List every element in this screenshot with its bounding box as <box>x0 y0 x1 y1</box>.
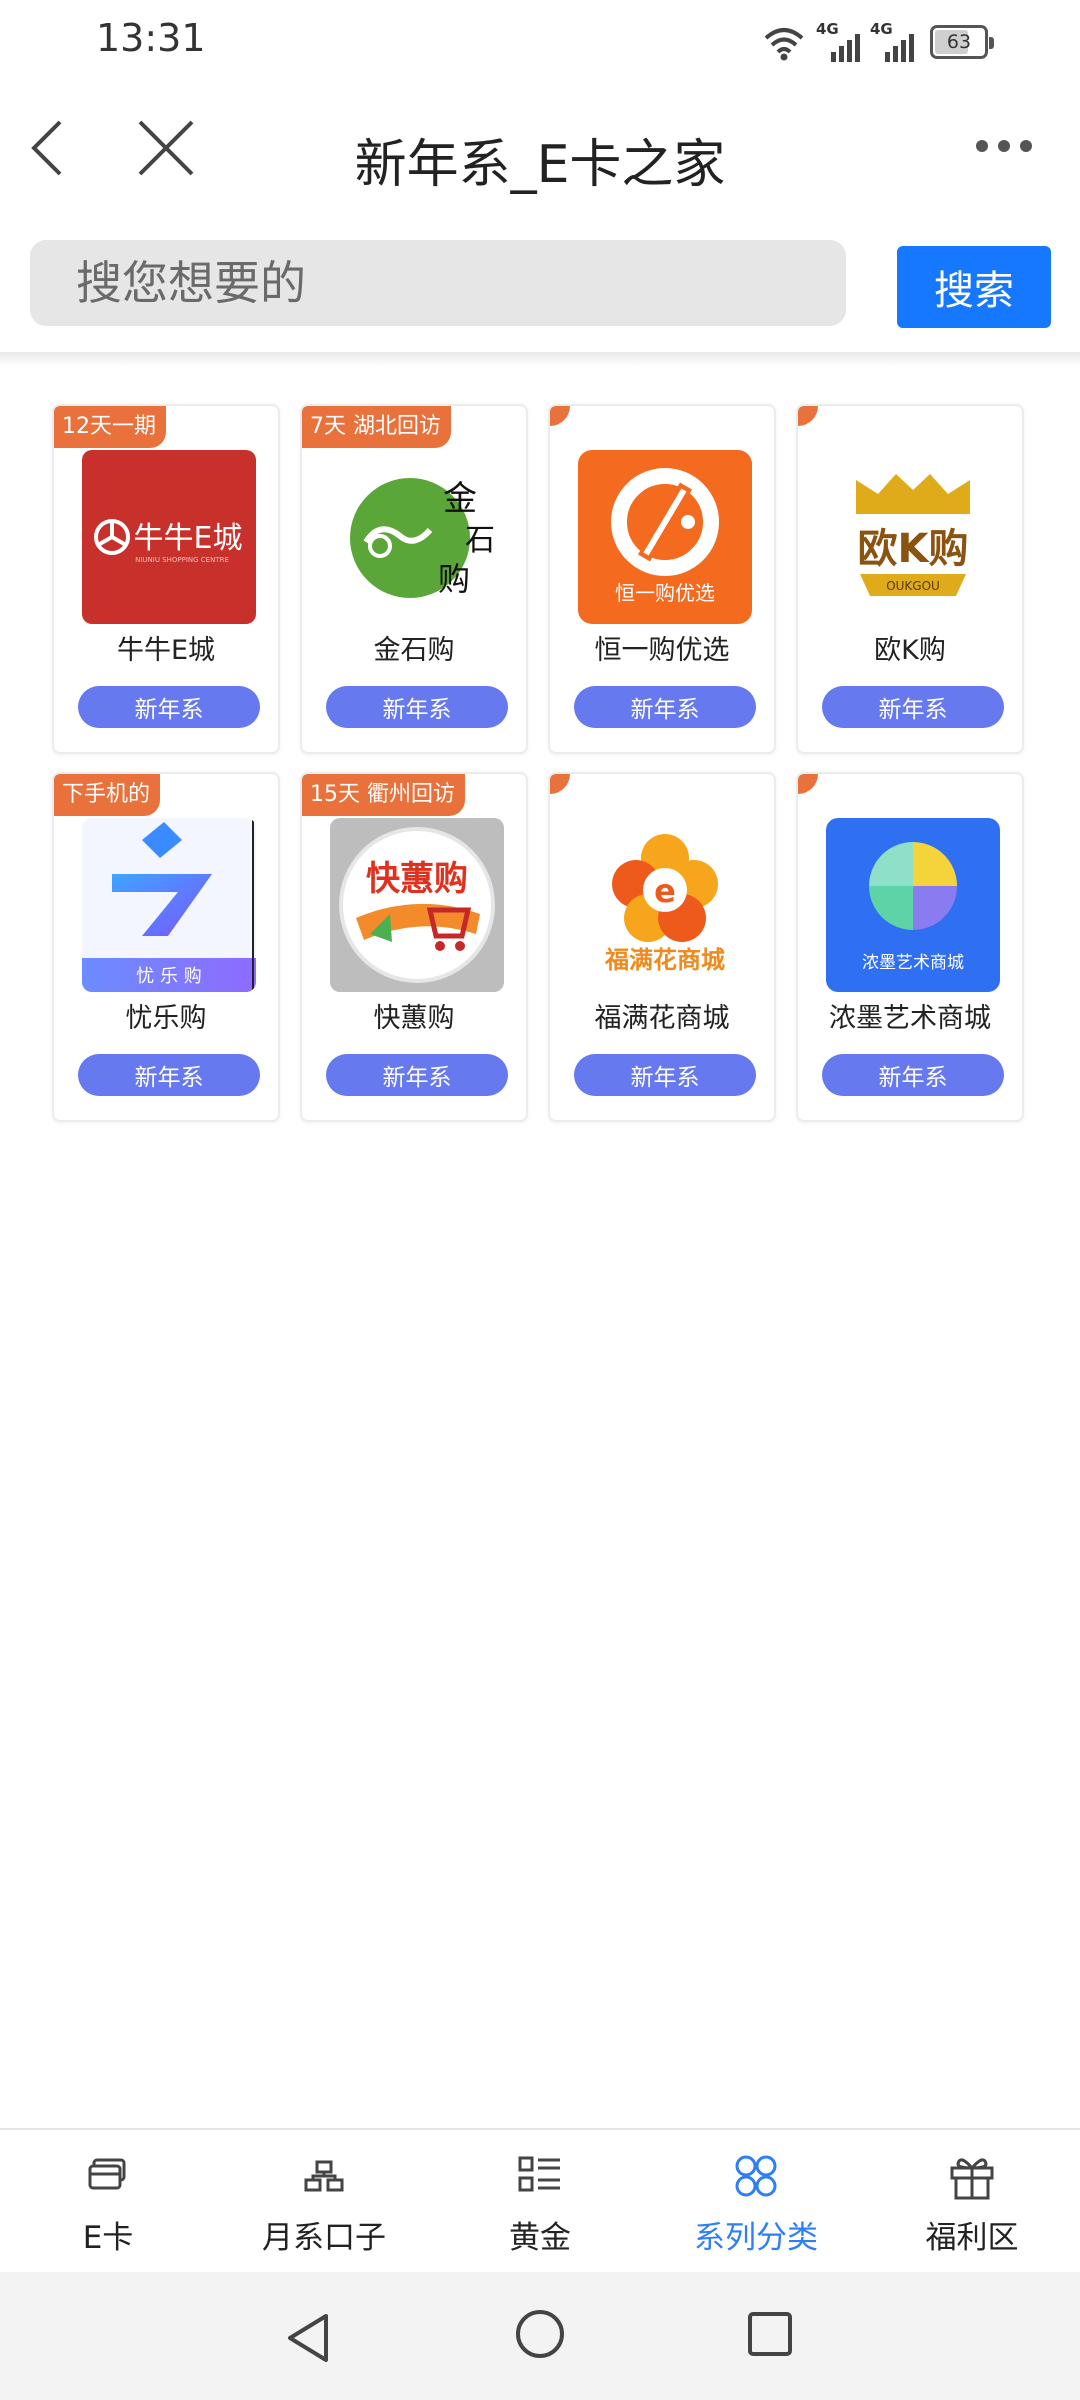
page-title: 新年系_E卡之家 <box>354 135 726 195</box>
card-name: 福满花商城 <box>594 1003 730 1034</box>
battery-icon: 63 <box>930 25 994 59</box>
svg-text:金: 金 <box>443 479 477 519</box>
store-card[interactable]: 下手机的 忧 乐 购 忧乐购 新年系 <box>52 772 280 1122</box>
card-series-button[interactable]: 新年系 <box>326 686 508 728</box>
signal-icon: 4G <box>870 20 914 62</box>
nav-item-gold[interactable]: 黄金 <box>432 2130 648 2272</box>
nav-label: 黄金 <box>509 2220 571 2256</box>
svg-text:e: e <box>654 872 676 910</box>
more-dots-icon[interactable] <box>976 136 1036 156</box>
card-name: 忧乐购 <box>125 1003 207 1034</box>
search-button[interactable]: 搜索 <box>897 246 1051 328</box>
card-name: 欧K购 <box>874 635 946 666</box>
svg-text:快蕙购: 快蕙购 <box>366 859 468 899</box>
card-tag: 15天 衢州回访 <box>302 774 465 816</box>
status-icons: 4G 4G 63 <box>762 18 994 62</box>
svg-text:NIUNIU SHOPPING CENTRE: NIUNIU SHOPPING CENTRE <box>135 556 229 564</box>
card-series-button[interactable]: 新年系 <box>78 686 260 728</box>
svg-text:石: 石 <box>465 523 495 558</box>
card-corner-dot <box>550 406 570 426</box>
store-card[interactable]: 7天 湖北回访 金 石 购 金石购 新年系 <box>300 404 528 754</box>
card-series-button[interactable]: 新年系 <box>574 1054 756 1096</box>
kuaihuigou-logo-icon: 快蕙购 <box>330 818 504 992</box>
card-corner-dot <box>798 406 818 426</box>
nav-item-category[interactable]: 系列分类 <box>648 2130 864 2272</box>
store-card[interactable]: 恒一购优选 恒一购优选 新年系 <box>548 404 776 754</box>
nav-label: E卡 <box>82 2220 134 2256</box>
store-card[interactable]: 15天 衢州回访 快蕙购 快蕙购 新年系 <box>300 772 528 1122</box>
search-input[interactable] <box>30 240 846 326</box>
signal-icon: 4G <box>816 20 860 62</box>
jinshi-logo-icon: 金 石 购 <box>330 450 504 624</box>
svg-text:福满花商城: 福满花商城 <box>604 946 725 974</box>
system-recent-icon[interactable] <box>746 2310 794 2358</box>
list-icon <box>518 2156 560 2192</box>
battery-level: 63 <box>946 31 972 53</box>
store-card[interactable]: 欧K购 OUKGOU 欧K购 新年系 <box>796 404 1024 754</box>
svg-text:忧 乐 购: 忧 乐 购 <box>136 966 201 987</box>
svg-text:购: 购 <box>438 560 470 598</box>
oukgou-logo-icon: 欧K购 OUKGOU <box>826 450 1000 624</box>
card-series-button[interactable]: 新年系 <box>822 686 1004 728</box>
card-series-button[interactable]: 新年系 <box>574 686 756 728</box>
niuniu-logo-icon: 牛牛E城 NIUNIU SHOPPING CENTRE <box>82 450 256 624</box>
category-icon <box>735 2155 777 2197</box>
card-name: 金石购 <box>373 635 455 666</box>
card-name: 牛牛E城 <box>116 635 216 666</box>
system-nav-bar <box>0 2272 1080 2400</box>
card-tag: 12天一期 <box>54 406 166 448</box>
youlegou-logo-icon: 忧 乐 购 <box>82 818 256 992</box>
nav-label: 系列分类 <box>694 2220 818 2256</box>
nav-label: 月系口子 <box>262 2220 386 2256</box>
card-corner-dot <box>798 774 818 794</box>
system-back-icon[interactable] <box>280 2310 336 2366</box>
svg-text:欧K购: 欧K购 <box>858 526 969 572</box>
card-tag: 下手机的 <box>54 774 161 816</box>
nongmo-logo-icon: 浓墨艺术商城 <box>826 818 1000 992</box>
title-bar: 新年系_E卡之家 <box>0 96 1080 206</box>
svg-text:浓墨艺术商城: 浓墨艺术商城 <box>862 953 964 973</box>
wifi-icon <box>764 28 804 61</box>
card-series-button[interactable]: 新年系 <box>326 1054 508 1096</box>
status-time: 13:31 <box>96 16 206 60</box>
nav-item-monthly[interactable]: 月系口子 <box>216 2130 432 2272</box>
card-series-button[interactable]: 新年系 <box>78 1054 260 1096</box>
store-card[interactable]: 浓墨艺术商城 浓墨艺术商城 新年系 <box>796 772 1024 1122</box>
card-icon <box>88 2158 126 2190</box>
store-card[interactable]: 12天一期 牛牛E城 NIUNIU SHOPPING CENTRE 牛牛E城 新… <box>52 404 280 754</box>
card-name: 浓墨艺术商城 <box>829 1003 991 1034</box>
hengyigou-logo-icon: 恒一购优选 <box>578 450 752 624</box>
status-bar: 13:31 4G 4G 63 <box>0 0 1080 80</box>
store-grid: 12天一期 牛牛E城 NIUNIU SHOPPING CENTRE 牛牛E城 新… <box>52 404 1028 1122</box>
svg-text:恒一购优选: 恒一购优选 <box>615 581 715 605</box>
store-card[interactable]: e 福满花商城 福满花商城 新年系 <box>548 772 776 1122</box>
card-tag: 7天 湖北回访 <box>302 406 451 448</box>
bottom-nav: E卡 月系口子 黄金 系列分类 福利区 <box>0 2128 1080 2272</box>
nav-item-welfare[interactable]: 福利区 <box>864 2130 1080 2272</box>
card-name: 恒一购优选 <box>594 635 730 666</box>
card-series-button[interactable]: 新年系 <box>822 1054 1004 1096</box>
gift-icon <box>950 2158 994 2200</box>
card-corner-dot <box>550 774 570 794</box>
svg-text:牛牛E城: 牛牛E城 <box>134 521 243 556</box>
search-bar: 搜索 <box>0 230 1080 354</box>
hierarchy-icon <box>304 2160 344 2192</box>
svg-text:OUKGOU: OUKGOU <box>886 579 940 593</box>
system-home-icon[interactable] <box>514 2308 566 2360</box>
header-shadow <box>0 352 1080 366</box>
card-name: 快蕙购 <box>373 1003 455 1034</box>
nav-item-ecard[interactable]: E卡 <box>0 2130 216 2272</box>
fumanhua-logo-icon: e 福满花商城 <box>578 818 752 992</box>
nav-label: 福利区 <box>925 2220 1019 2256</box>
